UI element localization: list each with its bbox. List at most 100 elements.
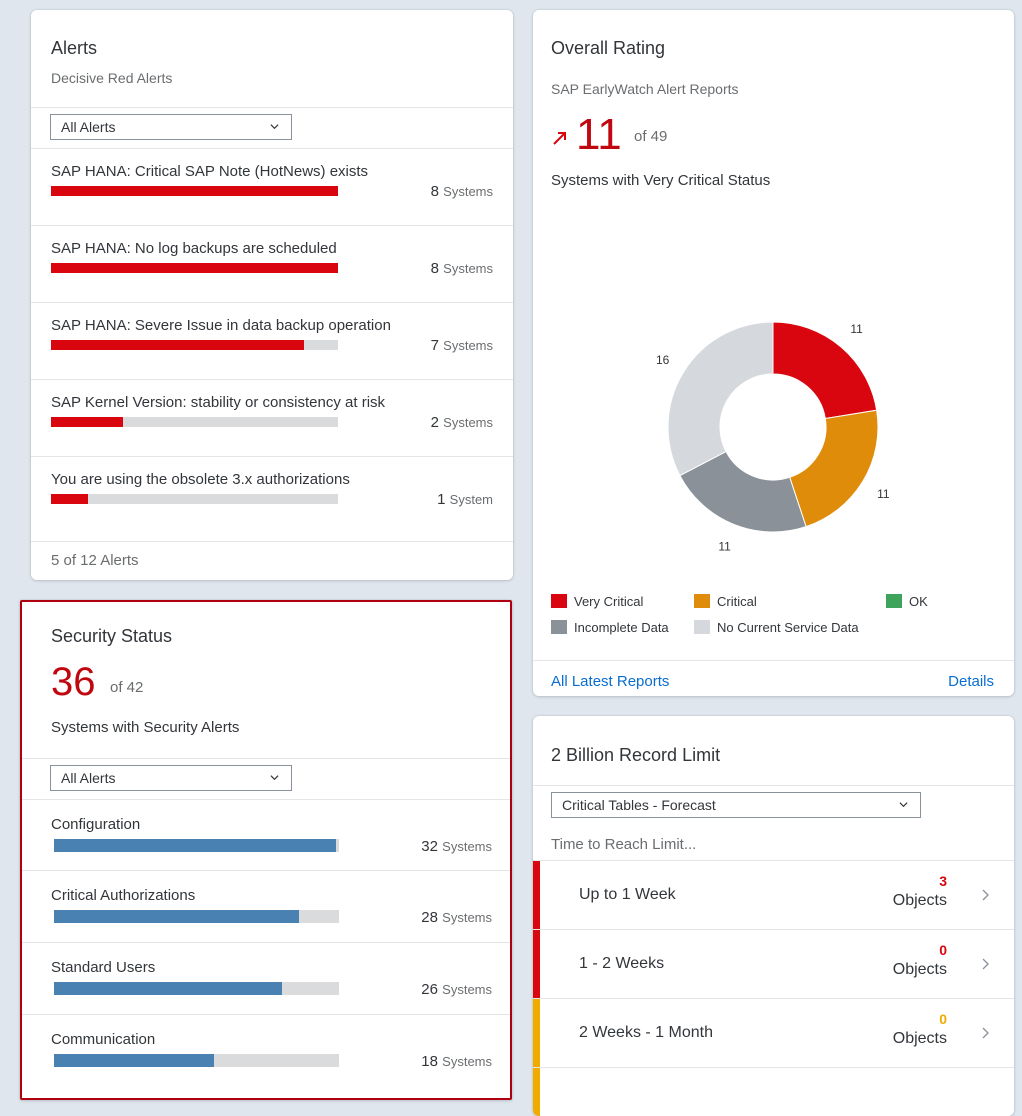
time-range-label: 2 Weeks - 1 Month: [579, 1024, 713, 1041]
time-range-row[interactable]: Up to 1 Week 3 Objects: [533, 860, 1014, 930]
legend-label: Critical: [717, 594, 757, 609]
security-title: Security Status: [51, 626, 173, 646]
security-item-label: Standard Users: [51, 959, 156, 976]
donut-slice-critical[interactable]: [789, 409, 879, 528]
security-kpi-value: 36: [51, 660, 96, 704]
object-unit: Objects: [892, 961, 947, 978]
donut-data-label: 11: [850, 322, 863, 336]
alert-item-count: 8 Systems: [430, 260, 493, 277]
record-filter-select[interactable]: Critical Tables - Forecast: [551, 792, 921, 818]
overall-rating-card: Overall Rating SAP EarlyWatch Alert Repo…: [533, 10, 1014, 696]
rating-kpi-of: of 49: [634, 128, 668, 145]
security-item-label: Critical Authorizations: [51, 887, 196, 904]
severity-indicator: [533, 1068, 540, 1116]
record-title: 2 Billion Record Limit: [551, 745, 721, 765]
legend-item-critical[interactable]: Critical: [694, 594, 757, 609]
alert-progress-bar: [51, 340, 338, 350]
rating-donut-chart: 11 11 11 16: [656, 321, 890, 554]
rating-kpi-value: 11: [576, 110, 622, 159]
legend-swatch: [551, 620, 567, 634]
chevron-down-icon: [270, 124, 279, 130]
security-item[interactable]: Configuration 32 Systems: [22, 799, 510, 871]
severity-indicator: [533, 999, 540, 1068]
alert-item-count: 8 Systems: [430, 183, 493, 200]
rating-kpi-desc: Systems with Very Critical Status: [551, 172, 771, 189]
record-limit-card: 2 Billion Record Limit Critical Tables -…: [533, 716, 1014, 1116]
security-filter-select[interactable]: All Alerts: [50, 765, 292, 791]
severity-indicator: [533, 861, 540, 930]
alert-item-label: SAP Kernel Version: stability or consist…: [51, 394, 386, 411]
donut-data-label: 16: [656, 353, 670, 367]
object-count: 3: [939, 873, 947, 889]
security-status-card[interactable]: Security Status 36 of 42 Systems with Se…: [20, 600, 512, 1100]
legend-item-incomplete-data[interactable]: Incomplete Data: [551, 620, 669, 635]
time-range-row-partial[interactable]: [533, 1067, 1014, 1116]
alert-item[interactable]: SAP Kernel Version: stability or consist…: [31, 379, 513, 457]
alert-progress-bar: [51, 263, 338, 273]
time-range-row[interactable]: 1 - 2 Weeks 0 Objects: [533, 929, 1014, 999]
dashboard: { "alerts_card": { "title": "Alerts", "s…: [0, 0, 1022, 1116]
security-progress-bar: [54, 982, 339, 995]
alert-progress-bar: [51, 417, 338, 427]
alerts-card: Alerts Decisive Red Alerts All Alerts SA…: [31, 10, 513, 580]
object-unit: Objects: [892, 1030, 947, 1047]
chevron-right-icon: [982, 1027, 989, 1039]
legend-swatch: [694, 620, 710, 634]
legend-label: OK: [909, 594, 928, 609]
alert-item-label: SAP HANA: Severe Issue in data backup op…: [51, 317, 391, 334]
security-item-count: 28 Systems: [421, 909, 492, 926]
time-range-row[interactable]: 2 Weeks - 1 Month 0 Objects: [533, 998, 1014, 1068]
alerts-title: Alerts: [51, 38, 98, 58]
time-to-limit-label: Time to Reach Limit...: [551, 836, 697, 853]
time-range-label: Up to 1 Week: [579, 886, 676, 903]
security-item[interactable]: Critical Authorizations 28 Systems: [22, 870, 510, 942]
donut-slice-no-current-service-data[interactable]: [667, 321, 774, 477]
alert-item[interactable]: SAP HANA: No log backups are scheduled 8…: [31, 225, 513, 303]
security-progress-bar: [54, 910, 339, 923]
legend-label: Very Critical: [574, 594, 644, 609]
security-item-count: 32 Systems: [421, 838, 492, 855]
alert-item-count: 1 System: [437, 491, 493, 508]
security-item[interactable]: Standard Users 26 Systems: [22, 942, 510, 1014]
details-link[interactable]: Details: [948, 673, 994, 690]
alert-progress-bar: [51, 186, 338, 196]
security-item[interactable]: Communication 18 Systems: [22, 1014, 510, 1086]
security-progress-bar: [54, 1054, 339, 1067]
security-filter-value: All Alerts: [61, 770, 116, 786]
alerts-subtitle: Decisive Red Alerts: [51, 70, 173, 86]
object-count: 0: [939, 1011, 947, 1027]
donut-data-label: 11: [718, 540, 731, 554]
security-kpi-desc: Systems with Security Alerts: [51, 719, 240, 736]
legend-item-ok[interactable]: OK: [886, 594, 928, 609]
alert-item-count: 2 Systems: [430, 414, 493, 431]
security-item-label: Configuration: [51, 816, 141, 833]
alert-item[interactable]: You are using the obsolete 3.x authoriza…: [31, 456, 513, 534]
legend-item-very-critical[interactable]: Very Critical: [551, 594, 643, 609]
chevron-right-icon: [982, 889, 989, 901]
security-item-label: Communication: [51, 1031, 156, 1048]
legend-swatch: [886, 594, 902, 608]
all-latest-reports-link[interactable]: All Latest Reports: [551, 673, 669, 690]
alert-item[interactable]: SAP HANA: Severe Issue in data backup op…: [31, 302, 513, 380]
alert-item[interactable]: SAP HANA: Critical SAP Note (HotNews) ex…: [31, 148, 513, 226]
rating-subtitle: SAP EarlyWatch Alert Reports: [551, 81, 739, 97]
donut-data-label: 11: [877, 487, 890, 501]
alert-item-count: 7 Systems: [430, 337, 493, 354]
chevron-down-icon: [899, 802, 908, 808]
object-count: 0: [939, 942, 947, 958]
alerts-filter-value: All Alerts: [61, 119, 116, 135]
record-filter-value: Critical Tables - Forecast: [562, 797, 716, 813]
rating-title: Overall Rating: [551, 38, 666, 58]
chevron-down-icon: [270, 775, 279, 781]
severity-indicator: [533, 930, 540, 999]
chevron-right-icon: [982, 958, 989, 970]
legend-label: No Current Service Data: [717, 620, 859, 635]
alerts-filter-select[interactable]: All Alerts: [50, 114, 292, 140]
alerts-footer: 5 of 12 Alerts: [51, 552, 139, 569]
security-item-count: 26 Systems: [421, 981, 492, 998]
donut-slice-very-critical[interactable]: [772, 321, 878, 420]
trend-up-icon: [553, 132, 566, 145]
legend-swatch: [551, 594, 567, 608]
legend-label: Incomplete Data: [574, 620, 669, 635]
legend-item-no-current-service-data[interactable]: No Current Service Data: [694, 620, 859, 635]
